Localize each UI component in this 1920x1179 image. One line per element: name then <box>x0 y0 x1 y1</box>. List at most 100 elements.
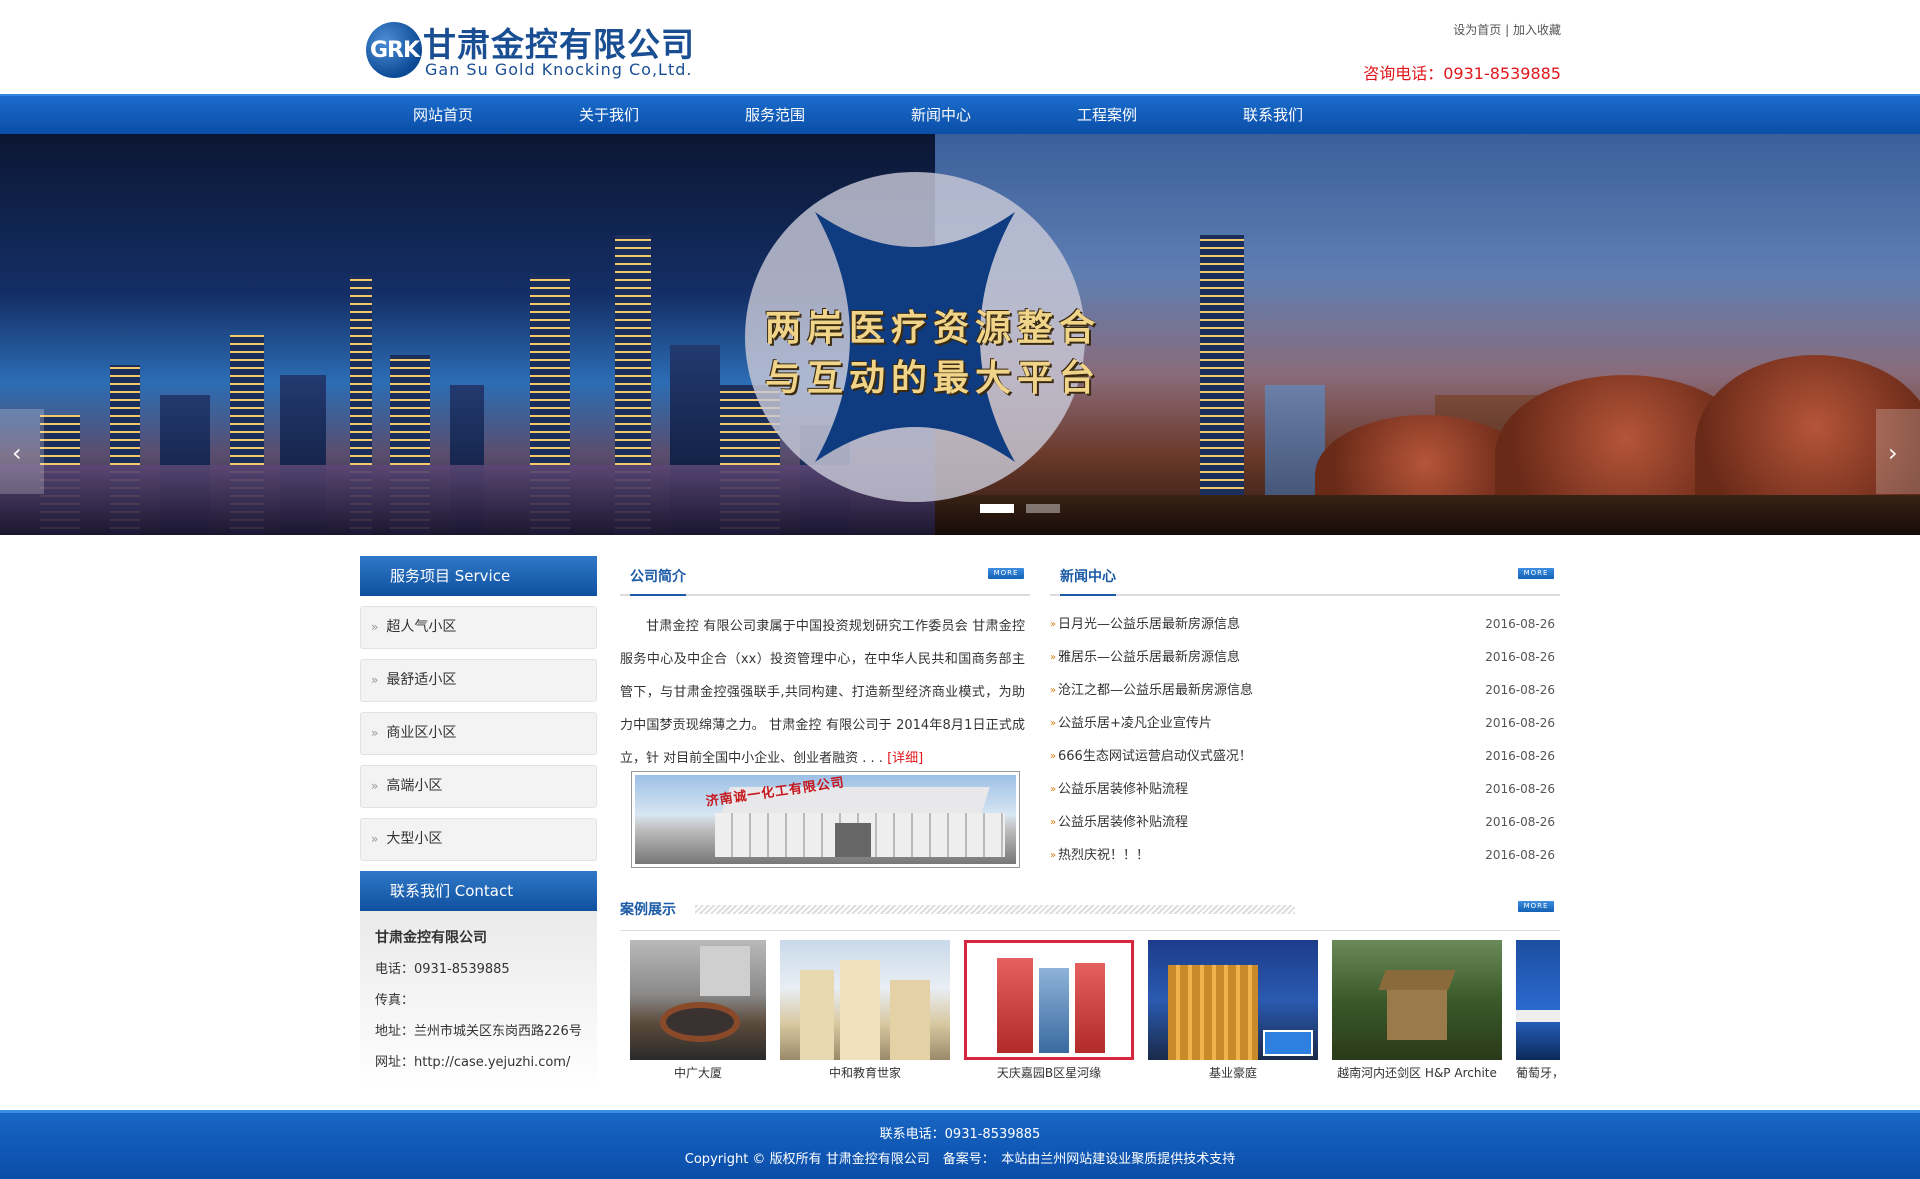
double-chevron-icon: » <box>371 779 379 793</box>
nav-home[interactable]: 网站首页 <box>360 96 526 134</box>
decorative-stripe <box>695 905 1295 914</box>
case-image <box>1148 940 1318 1060</box>
double-chevron-icon: » <box>371 832 379 846</box>
news-section-header: 新闻中心 MORE <box>1050 556 1560 596</box>
sidebar-item-popular[interactable]: » 超人气小区 <box>360 606 597 649</box>
contact-info: 甘肃金控有限公司 电话：0931-8539885 传真： 地址：兰州市城关区东岗… <box>360 911 597 1091</box>
contact-panel-title: 联系我们 Contact <box>360 871 597 911</box>
news-more-button[interactable]: MORE <box>1518 568 1554 579</box>
news-date: 2016-08-26 <box>1485 848 1555 862</box>
site-logo[interactable]: GRK 甘肃金控有限公司 Gan Su Gold Knocking Co,Ltd… <box>366 18 726 82</box>
news-item[interactable]: » 公益乐居装修补贴流程 2016-08-26 <box>1050 773 1560 806</box>
sidebar-item-premium[interactable]: » 高端小区 <box>360 765 597 808</box>
set-homepage-link[interactable]: 设为首页 <box>1453 23 1501 37</box>
case-caption: 基业豪庭 <box>1208 1066 1257 1080</box>
case-item[interactable]: 中和教育世家 <box>780 940 950 1080</box>
news-item[interactable]: » 公益乐居装修补贴流程 2016-08-26 <box>1050 806 1560 839</box>
case-item[interactable]: 中广大厦 <box>630 940 766 1080</box>
footer-contact: 联系电话：0931-8539885 <box>879 1127 1041 1142</box>
contact-address: 地址：兰州市城关区东岗西路226号 <box>375 1024 582 1039</box>
site-header: GRK 甘肃金控有限公司 Gan Su Gold Knocking Co,Ltd… <box>0 0 1920 94</box>
about-text: 甘肃金控 有限公司隶属于中国投资规划研究工作委员会 甘肃金控 服务中心及中企合（… <box>620 619 1025 766</box>
case-caption: 越南河内还剑区 H&P Archite <box>1337 1066 1497 1080</box>
top-links-separator: | <box>1505 23 1510 37</box>
news-item[interactable]: » 666生态网试运营启动仪式盛况！ 2016-08-26 <box>1050 740 1560 773</box>
bullet-icon: » <box>1050 652 1057 663</box>
nav-contact[interactable]: 联系我们 <box>1190 96 1356 134</box>
main-nav: 网站首页 关于我们 服务范围 新闻中心 工程案例 联系我们 <box>0 94 1920 134</box>
sidebar: 服务项目 Service » 超人气小区 » 最舒适小区 » 商业区小区 » 高端小区 … <box>360 556 597 1091</box>
logo-company-name: 甘肃金控有限公司 <box>423 25 695 64</box>
news-section-title: 新闻中心 <box>1060 566 1116 596</box>
case-item[interactable]: 葡萄牙， <box>1516 940 1560 1080</box>
bullet-icon: » <box>1050 619 1057 630</box>
nav-services[interactable]: 服务范围 <box>692 96 858 134</box>
news-item[interactable]: » 公益乐居+凌凡企业宣传片 2016-08-26 <box>1050 707 1560 740</box>
sidebar-item-label: 最舒适小区 <box>386 672 457 688</box>
about-more-button[interactable]: MORE <box>988 568 1024 579</box>
contact-tel: 电话：0931-8539885 <box>375 962 510 977</box>
case-caption: 中广大厦 <box>673 1066 722 1080</box>
banner-slogan-line1: 两岸医疗资源整合 <box>765 308 1102 349</box>
bullet-icon: » <box>1050 685 1057 696</box>
about-factory-image[interactable]: 济南诚一化工有限公司 <box>631 771 1020 868</box>
news-title: 雅居乐—公益乐居最新房源信息 <box>1058 650 1241 665</box>
cases-more-button[interactable]: MORE <box>1518 901 1554 912</box>
case-item[interactable]: 基业豪庭 <box>1148 940 1318 1080</box>
top-links: 设为首页 | 加入收藏 <box>1453 21 1561 38</box>
sidebar-item-comfortable[interactable]: » 最舒适小区 <box>360 659 597 702</box>
case-image <box>1332 940 1502 1060</box>
news-title: 666生态网试运营启动仪式盛况！ <box>1058 749 1252 764</box>
sidebar-item-label: 高端小区 <box>386 778 443 794</box>
news-title: 公益乐居+凌凡企业宣传片 <box>1058 716 1212 731</box>
sidebar-item-large[interactable]: » 大型小区 <box>360 818 597 861</box>
news-item[interactable]: » 沧江之都—公益乐居最新房源信息 2016-08-26 <box>1050 674 1560 707</box>
news-title: 沧江之都—公益乐居最新房源信息 <box>1058 683 1254 698</box>
site-footer: 联系电话：0931-8539885 Copyright © 版权所有 甘肃金控有… <box>0 1110 1920 1179</box>
sidebar-item-label: 商业区小区 <box>386 725 457 741</box>
add-favorite-link[interactable]: 加入收藏 <box>1513 23 1561 37</box>
about-summary: 甘肃金控 有限公司隶属于中国投资规划研究工作委员会 甘肃金控 服务中心及中企合（… <box>620 610 1025 775</box>
cases-section-title: 案例展示 <box>620 902 676 918</box>
contact-panel: 联系我们 Contact 甘肃金控有限公司 电话：0931-8539885 传真… <box>360 871 597 1091</box>
about-detail-link[interactable]: [详细] <box>887 751 923 766</box>
news-item[interactable]: » 雅居乐—公益乐居最新房源信息 2016-08-26 <box>1050 641 1560 674</box>
banner-dot[interactable] <box>980 504 1014 513</box>
consult-phone: 咨询电话：0931-8539885 <box>1363 64 1561 83</box>
bullet-icon: » <box>1050 817 1057 828</box>
hero-banner: 两岸医疗资源整合 与互动的最大平台 ‹ › <box>0 134 1920 535</box>
bullet-icon: » <box>1050 718 1057 729</box>
case-image <box>780 940 950 1060</box>
banner-prev-button[interactable]: ‹ <box>0 409 44 494</box>
cases-section-header: 案例展示 MORE <box>620 895 1560 931</box>
news-item[interactable]: » 日月光—公益乐居最新房源信息 2016-08-26 <box>1050 608 1560 641</box>
double-chevron-icon: » <box>371 620 379 634</box>
news-date: 2016-08-26 <box>1485 749 1555 763</box>
banner-dot[interactable] <box>1026 504 1060 513</box>
sidebar-item-commercial[interactable]: » 商业区小区 <box>360 712 597 755</box>
case-item[interactable]: 越南河内还剑区 H&P Archite <box>1332 940 1502 1080</box>
nav-cases[interactable]: 工程案例 <box>1024 96 1190 134</box>
banner-slogan-line2: 与互动的最大平台 <box>765 358 1102 399</box>
news-item[interactable]: » 热烈庆祝！！！ 2016-08-26 <box>1050 839 1560 872</box>
contact-website: 网址：http://case.yejuzhi.com/ <box>375 1055 571 1070</box>
case-item[interactable]: 天庆嘉园B区星河缘 <box>964 940 1134 1080</box>
nav-news[interactable]: 新闻中心 <box>858 96 1024 134</box>
bullet-icon: » <box>1050 850 1057 861</box>
news-date: 2016-08-26 <box>1485 683 1555 697</box>
news-date: 2016-08-26 <box>1485 782 1555 796</box>
bullet-icon: » <box>1050 751 1057 762</box>
logo-mark: GRK <box>366 22 422 78</box>
chevron-left-icon: ‹ <box>12 439 22 467</box>
cases-carousel: 中广大厦 中和教育世家 天庆嘉园B区星河缘 基业豪庭 越南河内还剑区 H&P A… <box>630 940 1560 1085</box>
nav-about[interactable]: 关于我们 <box>526 96 692 134</box>
case-image <box>964 940 1134 1060</box>
double-chevron-icon: » <box>371 726 379 740</box>
news-title: 公益乐居装修补贴流程 <box>1058 782 1189 797</box>
case-caption: 天庆嘉园B区星河缘 <box>996 1066 1102 1080</box>
double-chevron-icon: » <box>371 673 379 687</box>
service-panel-title: 服务项目 Service <box>360 556 597 596</box>
banner-pagination <box>980 504 1072 513</box>
news-date: 2016-08-26 <box>1485 617 1555 631</box>
banner-next-button[interactable]: › <box>1876 409 1920 494</box>
